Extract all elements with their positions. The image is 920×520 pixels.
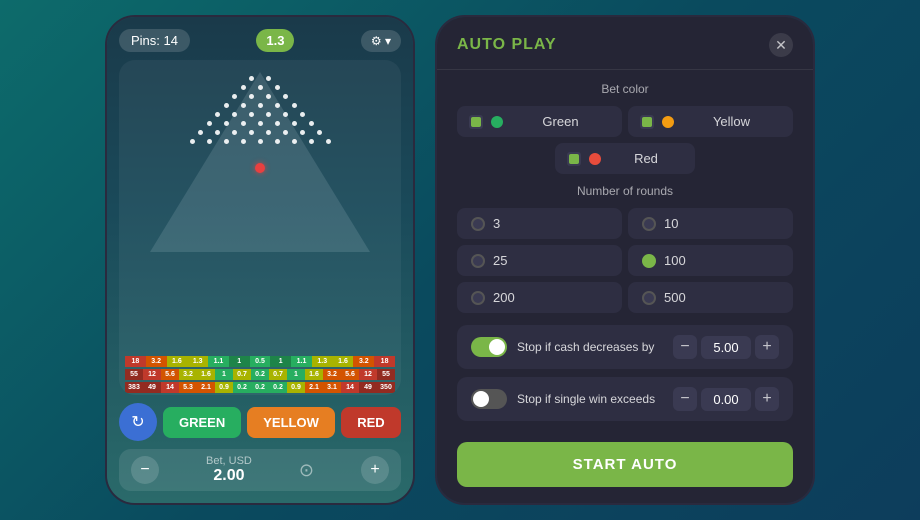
color-option-red[interactable]: Red xyxy=(555,143,695,174)
round-value-200: 200 xyxy=(493,290,515,305)
stop-cash-value: 5.00 xyxy=(701,336,751,359)
game-area: 18 3.2 1.6 1.3 1.1 1 0.5 1 1.1 1.3 1.6 3… xyxy=(119,60,401,395)
round-option-100[interactable]: 100 xyxy=(628,245,793,276)
rounds-label: Number of rounds xyxy=(457,184,793,198)
bet-color-center: Red xyxy=(457,143,793,174)
close-button[interactable]: ✕ xyxy=(769,33,793,57)
stop-cash-decrease[interactable]: − xyxy=(673,335,697,359)
red-dot xyxy=(589,153,601,165)
start-auto-button[interactable]: START AUTO xyxy=(457,442,793,487)
stop-win-knob xyxy=(473,391,489,407)
stop-cash-condition: Stop if cash decreases by − 5.00 + xyxy=(457,325,793,369)
stop-cash-knob xyxy=(489,339,505,355)
yellow-checkbox xyxy=(640,115,654,129)
round-radio-25 xyxy=(471,254,485,268)
stop-cash-toggle[interactable] xyxy=(471,337,507,357)
stop-win-control: − 0.00 + xyxy=(673,387,779,411)
modal-title: AUTO PLAY xyxy=(457,36,557,54)
stop-win-decrease[interactable]: − xyxy=(673,387,697,411)
left-phone: Pins: 14 1.3 ⚙ ▾ xyxy=(105,15,415,505)
bet-label: Bet, USD xyxy=(206,455,252,467)
bet-value: 2.00 xyxy=(206,467,252,485)
green-checkbox xyxy=(469,115,483,129)
stop-win-toggle[interactable] xyxy=(471,389,507,409)
round-option-3[interactable]: 3 xyxy=(457,208,622,239)
bet-color-label: Bet color xyxy=(457,82,793,96)
bet-row: − Bet, USD 2.00 ⊙ + xyxy=(119,449,401,491)
round-value-10: 10 xyxy=(664,216,678,231)
round-radio-200 xyxy=(471,291,485,305)
stop-win-condition: Stop if single win exceeds − 0.00 + xyxy=(457,377,793,421)
bet-increase-button[interactable]: + xyxy=(361,456,389,484)
round-radio-10 xyxy=(642,217,656,231)
pins-label: Pins: 14 xyxy=(131,33,178,48)
round-value-25: 25 xyxy=(493,253,507,268)
bet-decrease-button[interactable]: − xyxy=(131,456,159,484)
green-button[interactable]: GREEN xyxy=(163,407,241,438)
round-option-500[interactable]: 500 xyxy=(628,282,793,313)
green-label: Green xyxy=(511,114,610,129)
color-option-green[interactable]: Green xyxy=(457,106,622,137)
yellow-button[interactable]: YELLOW xyxy=(247,407,335,438)
multiplier-value: 1.3 xyxy=(266,33,284,48)
round-value-500: 500 xyxy=(664,290,686,305)
yellow-label: Yellow xyxy=(682,114,781,129)
round-radio-500 xyxy=(642,291,656,305)
top-bar: Pins: 14 1.3 ⚙ ▾ xyxy=(119,29,401,52)
bet-info: Bet, USD 2.00 xyxy=(206,455,252,485)
round-option-10[interactable]: 10 xyxy=(628,208,793,239)
stop-cash-label: Stop if cash decreases by xyxy=(517,339,663,356)
stop-win-label: Stop if single win exceeds xyxy=(517,391,663,408)
pins-container xyxy=(140,76,380,148)
red-label: Red xyxy=(609,151,683,166)
green-dot xyxy=(491,116,503,128)
score-section: 18 3.2 1.6 1.3 1.1 1 0.5 1 1.1 1.3 1.6 3… xyxy=(123,356,397,395)
plinko-board xyxy=(123,68,397,356)
settings-button[interactable]: ⚙ ▾ xyxy=(361,30,401,52)
modal-body: Bet color Green Yellow xyxy=(437,70,813,430)
yellow-dot xyxy=(662,116,674,128)
settings-icon: ⚙ ▾ xyxy=(371,34,391,48)
stop-cash-control: − 5.00 + xyxy=(673,335,779,359)
bet-controls: ↻ GREEN YELLOW RED − Bet, USD 2.00 ⊙ + xyxy=(119,403,401,491)
round-radio-3 xyxy=(471,217,485,231)
multiplier-badge: 1.3 xyxy=(256,29,294,52)
right-phone: AUTO PLAY ✕ Bet color Green xyxy=(435,15,815,505)
stack-icon: ⊙ xyxy=(299,460,314,481)
stop-win-value: 0.00 xyxy=(701,388,751,411)
round-value-100: 100 xyxy=(664,253,686,268)
modal-header: AUTO PLAY ✕ xyxy=(437,17,813,70)
round-option-25[interactable]: 25 xyxy=(457,245,622,276)
rounds-grid: 3 10 25 100 200 xyxy=(457,208,793,313)
stop-win-increase[interactable]: + xyxy=(755,387,779,411)
round-radio-100 xyxy=(642,254,656,268)
color-buttons: ↻ GREEN YELLOW RED xyxy=(119,403,401,441)
modal-footer: START AUTO xyxy=(437,430,813,503)
refresh-button[interactable]: ↻ xyxy=(119,403,157,441)
red-button[interactable]: RED xyxy=(341,407,401,438)
round-option-200[interactable]: 200 xyxy=(457,282,622,313)
ball xyxy=(255,163,265,173)
round-value-3: 3 xyxy=(493,216,500,231)
stop-cash-increase[interactable]: + xyxy=(755,335,779,359)
color-option-yellow[interactable]: Yellow xyxy=(628,106,793,137)
pins-badge: Pins: 14 xyxy=(119,29,190,52)
red-checkbox xyxy=(567,152,581,166)
bet-color-grid: Green Yellow xyxy=(457,106,793,137)
